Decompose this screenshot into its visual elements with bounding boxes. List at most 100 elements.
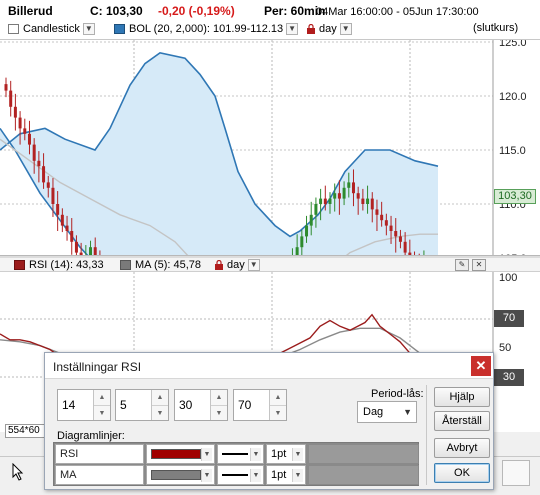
legend-candlestick-label: Candlestick [23, 23, 80, 35]
rsi-line-width-value: 1pt [271, 448, 287, 460]
candle-body [4, 84, 8, 91]
diagram-lines-label: Diagramlinjer: [57, 430, 125, 442]
ma-line-style-select[interactable]: ▼ [217, 465, 264, 485]
table-empty-cell [308, 444, 419, 464]
cancel-button[interactable]: Avbryt [434, 438, 490, 458]
legend-candlestick[interactable]: Candlestick ▼ [8, 22, 95, 36]
lower-level-value: 30 [179, 398, 193, 412]
help-button[interactable]: Hjälp [434, 387, 490, 407]
table-row: MA ▼ ▼ 1pt ▼ [55, 465, 419, 485]
legend-day-label: day [319, 23, 337, 35]
legend-rsi[interactable]: RSI (14): 43,33 [14, 258, 104, 272]
lock-icon [307, 24, 315, 34]
rsi-period-stepper[interactable]: 14 ▲ ▼ [57, 389, 111, 421]
last-price-tag: 103,30 [494, 189, 536, 204]
ma-line-width-select[interactable]: 1pt ▼ [266, 465, 306, 485]
stepper-arrows[interactable]: ▲ ▼ [210, 390, 227, 420]
price-tick-label: 115.0 [499, 145, 526, 157]
candle-body [9, 90, 13, 107]
legend-bollinger-label: BOL (20, 2,000): 101.99-112.13 [129, 23, 284, 35]
candle-body [42, 166, 46, 183]
rsi-line-style-select[interactable]: ▼ [217, 444, 264, 464]
line-style-preview [222, 474, 248, 476]
rsi-tick-100: 100 [499, 272, 517, 284]
chevron-down-icon[interactable]: ▼ [247, 259, 260, 271]
chevron-down-icon: ▼ [403, 407, 412, 417]
candle-body [370, 198, 374, 210]
candle-body [300, 236, 304, 248]
reset-button[interactable]: Återställ [434, 411, 490, 431]
candle-body [384, 220, 388, 226]
chevron-down-icon[interactable]: ▼ [286, 23, 299, 35]
legend-rsi-day[interactable]: day ▼ [214, 258, 260, 272]
lower-level-stepper[interactable]: 30 ▲ ▼ [174, 389, 228, 421]
chevron-down-icon: ▼ [292, 469, 303, 482]
candle-body [295, 247, 299, 258]
rsi-swatch-icon [14, 260, 25, 270]
candle-body [309, 214, 313, 226]
stepper-arrows[interactable]: ▲ ▼ [151, 390, 168, 420]
chevron-down-icon[interactable]: ▼ [82, 23, 95, 35]
diagram-lines-table: RSI ▼ ▼ 1pt ▼ MA ▼ ▼ 1pt ▼ [53, 442, 419, 486]
price-chart-canvas[interactable]: 125.0120.0115.0110.0105.0100.095.0090.00 [0, 37, 540, 427]
legend-rsi-day-label: day [227, 259, 245, 271]
chevron-down-icon[interactable]: ▼ [211, 405, 227, 420]
close-value: C: 103,30 [90, 4, 143, 18]
ok-button[interactable]: OK [434, 463, 490, 483]
rsi-tick-50: 50 [499, 342, 511, 354]
close-icon[interactable]: ✕ [472, 259, 486, 271]
candle-body [27, 133, 31, 145]
rsi-period-value: 14 [62, 398, 76, 412]
ma-color-picker[interactable]: ▼ [146, 465, 215, 485]
ma-line-width-value: 1pt [271, 469, 287, 481]
candle-body [323, 198, 327, 204]
chevron-down-icon[interactable]: ▼ [270, 405, 286, 420]
line-style-preview [222, 453, 248, 455]
candle-body [342, 187, 346, 199]
candle-body [18, 117, 22, 129]
upper-level-value: 70 [238, 398, 252, 412]
candle-body [380, 214, 384, 221]
chevron-down-icon[interactable]: ▼ [339, 23, 352, 35]
legend-day-lock[interactable]: day ▼ [306, 22, 352, 36]
dialog-titlebar[interactable]: Inställningar RSI ✕ [45, 353, 493, 379]
toolbar-slot[interactable] [502, 460, 530, 486]
pointer-cursor-icon[interactable] [12, 463, 26, 481]
candlestick-swatch-icon [8, 24, 19, 34]
rsi-line-width-select[interactable]: 1pt ▼ [266, 444, 306, 464]
candle-body [403, 241, 407, 253]
symbol-name: Billerud [8, 4, 53, 18]
candle-body [32, 144, 36, 161]
table-empty-cell [308, 465, 419, 485]
candle-body [351, 182, 355, 194]
candle-body [13, 106, 17, 118]
legend-ma[interactable]: MA (5): 45,78 [120, 258, 201, 272]
chevron-up-icon[interactable]: ▲ [94, 390, 110, 405]
bollinger-band-fill [0, 52, 438, 423]
candle-body [23, 128, 27, 134]
period-lock-select[interactable]: Dag ▼ [357, 401, 417, 423]
price-chart[interactable]: 125.0120.0115.0110.0105.0100.095.0090.00… [0, 37, 540, 427]
chart-header: Billerud C: 103,30 -0,20 (-0,19%) Per: 6… [0, 0, 540, 40]
chevron-down-icon[interactable]: ▼ [152, 405, 168, 420]
close-icon[interactable]: ✕ [471, 356, 491, 376]
candle-body [394, 231, 398, 237]
chevron-down-icon[interactable]: ▼ [94, 405, 110, 420]
chevron-up-icon[interactable]: ▲ [211, 390, 227, 405]
chevron-up-icon[interactable]: ▲ [270, 390, 286, 405]
candle-body [56, 204, 60, 215]
upper-level-stepper[interactable]: 70 ▲ ▼ [233, 389, 287, 421]
legend-ma-label: MA (5): 45,78 [135, 259, 202, 271]
table-row: RSI ▼ ▼ 1pt ▼ [55, 444, 419, 464]
chevron-down-icon: ▼ [250, 469, 261, 482]
legend-bollinger[interactable]: BOL (20, 2,000): 101.99-112.13 ▼ [114, 22, 299, 36]
stepper-arrows[interactable]: ▲ ▼ [93, 390, 110, 420]
candle-body [65, 225, 69, 231]
stepper-arrows[interactable]: ▲ ▼ [269, 390, 286, 420]
chevron-up-icon[interactable]: ▲ [152, 390, 168, 405]
ma-period-stepper[interactable]: 5 ▲ ▼ [115, 389, 169, 421]
candle-body [37, 160, 41, 167]
rsi-color-picker[interactable]: ▼ [146, 444, 215, 464]
dialog-title: Inställningar RSI [53, 360, 142, 374]
wrench-icon[interactable]: ✎ [455, 259, 469, 271]
